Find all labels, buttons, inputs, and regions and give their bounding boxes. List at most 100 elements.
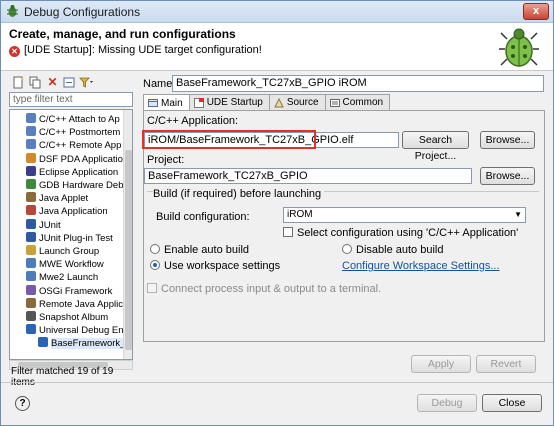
- new-config-icon[interactable]: [11, 75, 26, 90]
- tree-item[interactable]: DSF PDA Application: [26, 152, 128, 166]
- tree-item-label: Snapshot Album: [39, 312, 109, 323]
- tree-item[interactable]: Universal Debug Eng: [26, 324, 129, 337]
- configure-workspace-link[interactable]: Configure Workspace Settings...: [342, 260, 500, 272]
- tree-item-label: Java Application: [39, 206, 108, 218]
- tree-item[interactable]: Launch Group: [26, 245, 99, 258]
- use-workspace-settings-label: Use workspace settings: [164, 260, 281, 272]
- tab-ude-startup[interactable]: UDE Startup: [188, 94, 270, 110]
- ude-icon: [26, 324, 36, 335]
- tab-label: Common: [342, 97, 384, 108]
- build-config-value: iROM: [287, 209, 313, 220]
- name-label: Name:: [143, 78, 176, 90]
- cpp-icon: [26, 139, 36, 150]
- apply-button[interactable]: Apply: [411, 355, 471, 373]
- tree-item[interactable]: Eclipse Application: [26, 165, 118, 179]
- tree-item[interactable]: Mwe2 Launch: [26, 271, 98, 284]
- snapshot-icon: [26, 311, 36, 321]
- disable-auto-build-radio[interactable]: [342, 244, 352, 254]
- tree-item-label: C/C++ Attach to Ap: [39, 114, 120, 125]
- window-close-button[interactable]: x: [523, 3, 549, 20]
- junit-icon: [26, 218, 36, 229]
- delete-icon[interactable]: ✕: [45, 75, 60, 90]
- enable-auto-build-option[interactable]: Enable auto build: [150, 244, 249, 256]
- debug-app-icon: [7, 5, 18, 17]
- debug-button[interactable]: Debug: [417, 394, 477, 412]
- tree-item-label: Java Applet: [39, 193, 89, 205]
- tree-item[interactable]: JUnit Plug-in Test: [26, 231, 113, 245]
- remote-java-icon: [26, 297, 36, 308]
- scrollbar-thumb[interactable]: [125, 150, 132, 350]
- configuration-list-pane: ✕ type filter text BaseFramework_ Univers…: [9, 73, 133, 388]
- title-bar: Debug Configurations x: [1, 1, 553, 23]
- error-text: [UDE Startup]: Missing UDE target config…: [24, 44, 262, 56]
- dsf-icon: [26, 152, 36, 163]
- collapse-all-icon[interactable]: [62, 75, 77, 90]
- tree-item[interactable]: MWE Workflow: [26, 258, 104, 271]
- mwe-icon: [26, 258, 36, 269]
- duplicate-icon[interactable]: [28, 75, 43, 90]
- junit-plugin-icon: [26, 231, 36, 242]
- tab-label: Source: [286, 97, 319, 108]
- enable-auto-build-label: Enable auto build: [164, 244, 250, 256]
- name-input[interactable]: BaseFramework_TC27xB_GPIO iROM: [172, 75, 544, 92]
- header-banner: Create, manage, and run configurations ✕…: [1, 23, 553, 71]
- tree-item-label: MWE Workflow: [39, 259, 104, 271]
- filter-input[interactable]: type filter text: [9, 92, 133, 107]
- tree-item[interactable]: GDB Hardware Debu: [26, 179, 129, 192]
- tree-item-label: Universal Debug Eng: [39, 325, 129, 337]
- configuration-tree: BaseFramework_ Universal Debug Eng Snapsho…: [9, 109, 133, 360]
- connect-terminal-label: Connect process input & output to a term…: [161, 283, 382, 295]
- revert-button[interactable]: Revert: [476, 355, 536, 373]
- debug-configurations-window: Debug Configurations x Create, manage, a…: [0, 0, 554, 426]
- build-group-label: Build (if required) before launching: [153, 188, 325, 200]
- select-config-checkbox[interactable]: [283, 227, 293, 237]
- source-icon: [274, 97, 284, 107]
- tree-item[interactable]: OSGi Framework: [26, 284, 112, 298]
- build-config-label: Build configuration:: [156, 211, 250, 223]
- tree-item-label: GDB Hardware Debu: [39, 180, 129, 191]
- close-button[interactable]: Close: [482, 394, 542, 412]
- ude-startup-icon: [193, 97, 204, 108]
- tree-item-label: C/C++ Postmortem: [39, 127, 121, 139]
- use-workspace-settings-radio[interactable]: [150, 260, 160, 270]
- select-config-label: Select configuration using 'C/C++ Applic…: [297, 227, 519, 239]
- tree-item[interactable]: C/C++ Attach to Ap: [26, 113, 120, 126]
- help-icon[interactable]: ?: [15, 396, 30, 411]
- tab-label: Main: [161, 97, 183, 109]
- java-applet-icon: [26, 192, 36, 203]
- project-input[interactable]: BaseFramework_TC27xB_GPIO: [144, 168, 472, 184]
- tree-item[interactable]: C/C++ Postmortem: [26, 126, 120, 139]
- bug-icon: [499, 28, 539, 67]
- build-config-select[interactable]: iROM ▼: [283, 207, 526, 223]
- tab-main[interactable]: Main: [143, 94, 190, 111]
- tree-item[interactable]: Java Application: [26, 205, 108, 218]
- common-icon: [329, 98, 340, 107]
- tree-item[interactable]: Java Applet: [26, 192, 88, 205]
- tree-item[interactable]: Remote Java Applica: [26, 297, 128, 311]
- cpp-icon: [26, 126, 36, 137]
- left-toolbar: ✕: [9, 73, 133, 91]
- search-project-button[interactable]: Search Project...: [402, 131, 469, 162]
- mwe2-icon: [26, 271, 36, 282]
- use-workspace-settings-option[interactable]: Use workspace settings: [150, 260, 280, 272]
- browse-project-button[interactable]: Browse...: [480, 167, 535, 185]
- ude-config-icon: [38, 337, 48, 348]
- tab-source[interactable]: Source: [268, 94, 326, 110]
- tree-child-item[interactable]: BaseFramework_: [38, 337, 126, 350]
- tree-item[interactable]: JUnit: [26, 218, 61, 232]
- tree-item[interactable]: Snapshot Album: [26, 311, 108, 324]
- tree-item[interactable]: C/C++ Remote App: [26, 139, 121, 152]
- tree-item-label: Mwe2 Launch: [39, 272, 99, 284]
- osgi-icon: [26, 284, 36, 295]
- tab-common[interactable]: Common: [324, 94, 391, 110]
- launch-group-icon: [26, 245, 36, 255]
- footer-separator: [1, 382, 553, 383]
- filter-icon[interactable]: [79, 75, 94, 90]
- cpp-icon: [26, 113, 36, 123]
- tree-vertical-scrollbar[interactable]: [123, 110, 132, 359]
- browse-application-button[interactable]: Browse...: [480, 131, 535, 149]
- disable-auto-build-option[interactable]: Disable auto build: [342, 244, 443, 256]
- enable-auto-build-radio[interactable]: [150, 244, 160, 254]
- application-label: C/C++ Application:: [147, 115, 239, 127]
- select-config-option[interactable]: Select configuration using 'C/C++ Applic…: [283, 227, 518, 239]
